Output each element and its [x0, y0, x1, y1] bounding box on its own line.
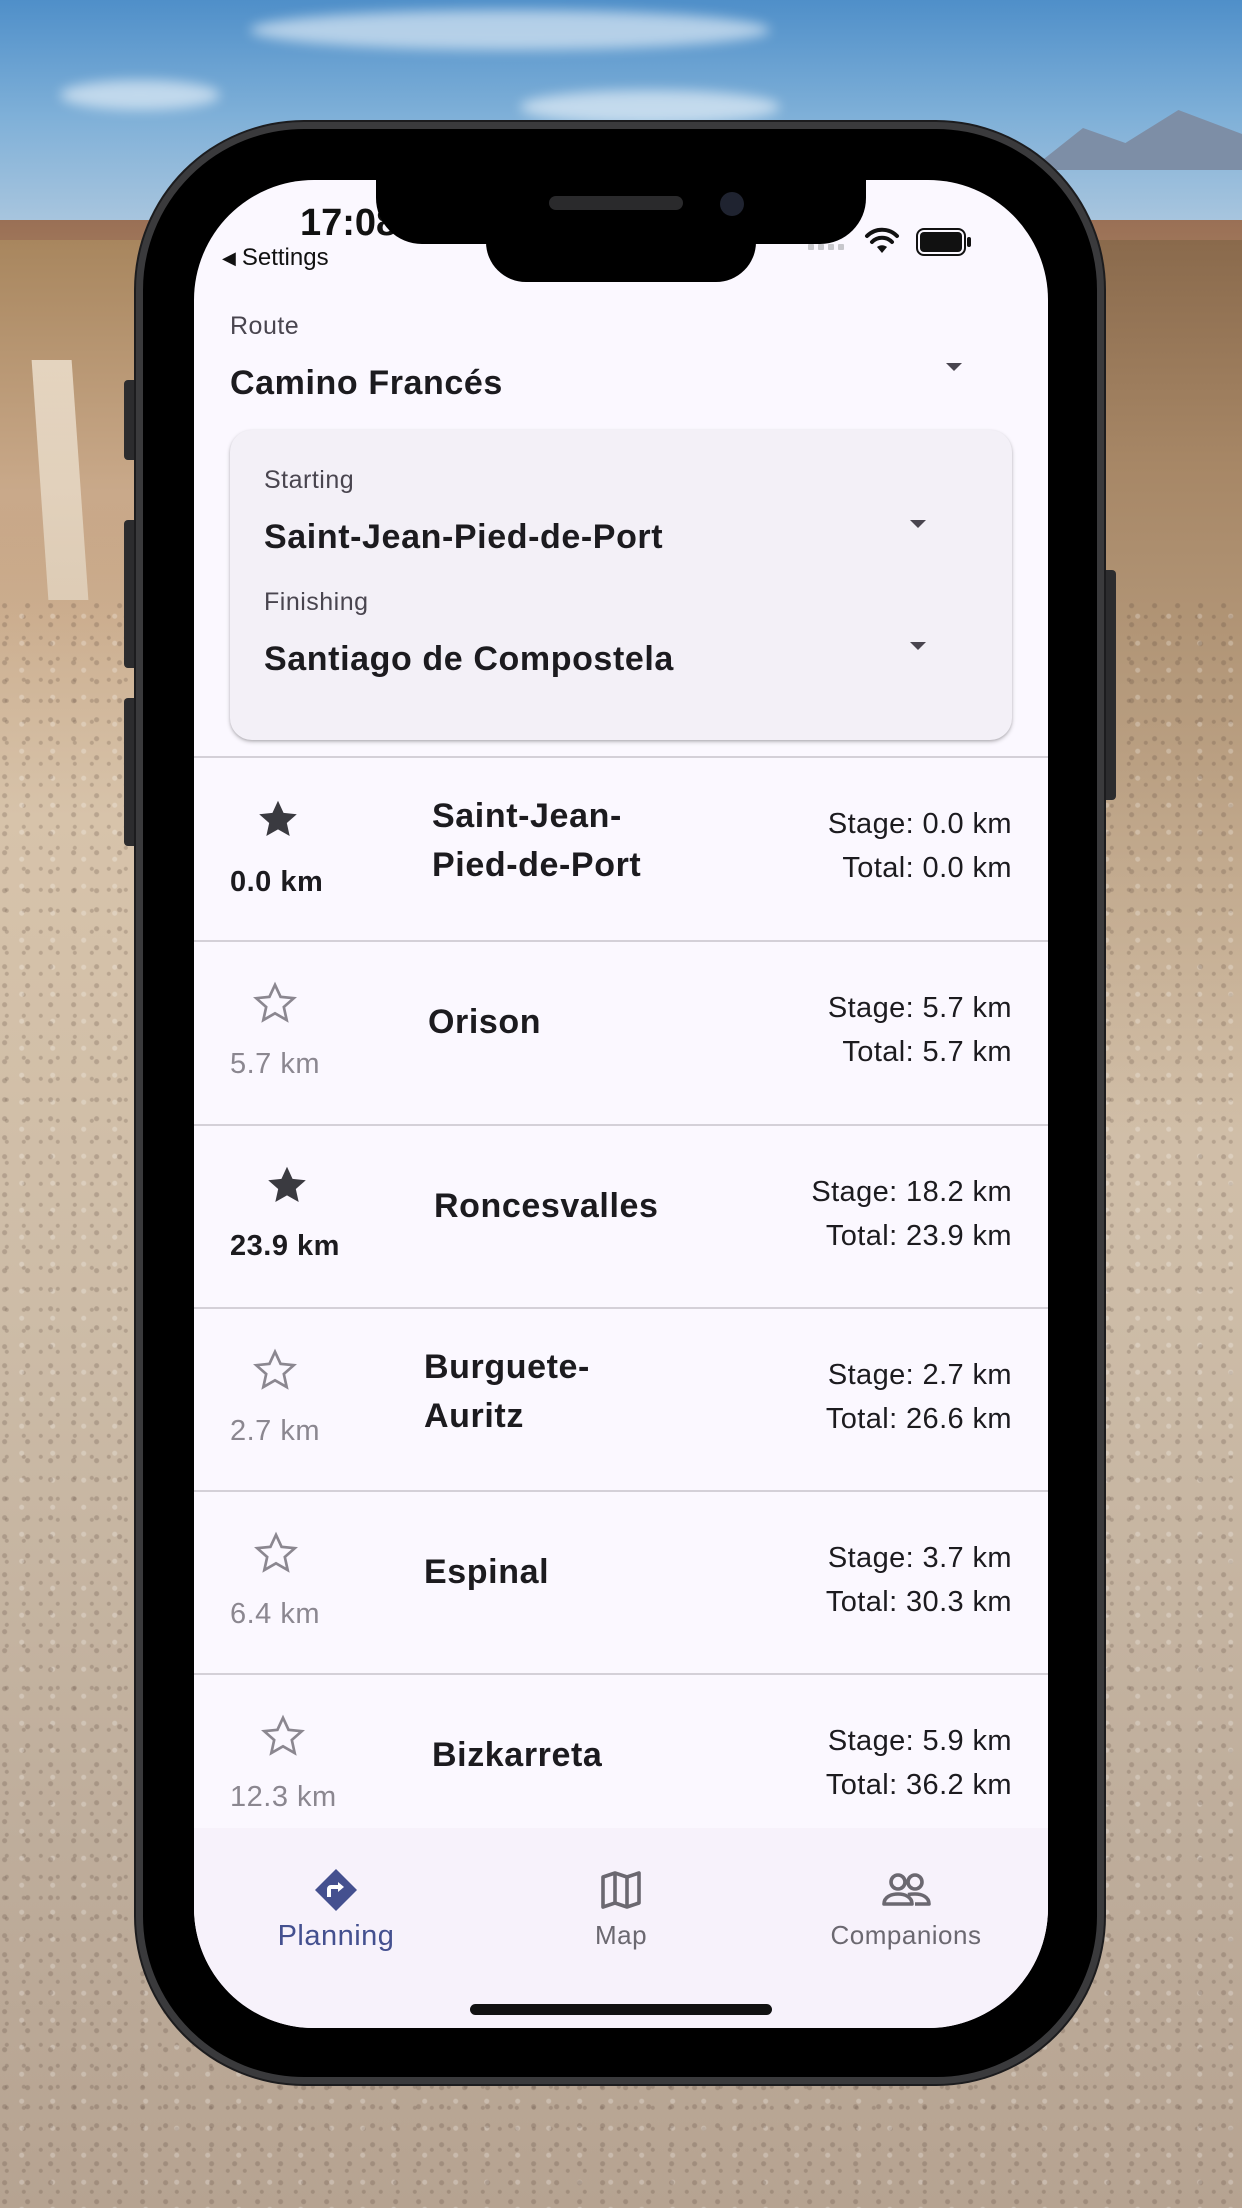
stop-stage-distance: Stage: 3.7 km [827, 1542, 1012, 1574]
route-dropdown-arrow-icon[interactable] [946, 363, 962, 371]
list-item[interactable]: 2.7 km Burguete- Auritz Stage: 2.7 km Tot… [194, 1309, 1048, 1491]
cellular-signal-icon [808, 244, 844, 250]
stop-total-distance: Total: 23.9 km [825, 1220, 1012, 1252]
starting-value: Saint-Jean-Pied-de-Port [264, 518, 664, 556]
stop-total-distance: Total: 30.3 km [825, 1586, 1012, 1618]
route-value: Camino Francés [230, 364, 503, 402]
stop-stage-distance: Stage: 18.2 km [811, 1176, 1012, 1208]
earpiece-speaker [549, 196, 683, 210]
stop-total-distance: Total: 0.0 km [842, 852, 1012, 884]
stop-stage-distance: Stage: 0.0 km [827, 808, 1012, 840]
stop-distance: 5.7 km [230, 1048, 321, 1080]
home-indicator[interactable] [470, 2004, 772, 2015]
star-outline-icon[interactable] [252, 980, 298, 1026]
back-link-label: Settings [241, 244, 329, 271]
nav-label-planning: Planning [277, 1920, 395, 1952]
start-finish-card: Starting Saint-Jean-Pied-de-Port Finishi… [230, 430, 1012, 740]
app-screen: 17:08 ◀ Settings Route Camino Francés St… [194, 180, 1048, 2028]
wifi-icon [865, 227, 899, 253]
back-triangle-icon: ◀ [222, 247, 236, 268]
nav-tab-planning[interactable]: Planning [194, 1828, 478, 1958]
stop-distance: 0.0 km [230, 866, 324, 898]
star-filled-icon[interactable] [255, 796, 301, 842]
nav-label-companions: Companions [830, 1920, 982, 1950]
stop-distance: 23.9 km [230, 1230, 340, 1262]
nav-tab-map[interactable]: Map [479, 1828, 763, 1958]
star-outline-icon[interactable] [253, 1530, 299, 1576]
nav-tab-companions[interactable]: Companions [764, 1828, 1048, 1958]
stop-name: Saint-Jean- Pied-de-Port [432, 797, 642, 884]
stop-total-distance: Total: 36.2 km [825, 1769, 1012, 1801]
stop-stage-distance: Stage: 2.7 km [827, 1359, 1012, 1391]
group-people-icon [882, 1873, 931, 1906]
battery-icon [916, 228, 971, 256]
starting-dropdown-arrow-icon[interactable] [910, 520, 926, 528]
stop-name: Orison [428, 1003, 542, 1041]
directions-icon [315, 1869, 357, 1911]
power-button [1102, 570, 1116, 800]
list-item[interactable]: 6.4 km Espinal Stage: 3.7 km Total: 30.3… [194, 1492, 1048, 1674]
stop-name: Bizkarreta [432, 1736, 603, 1774]
finishing-dropdown-arrow-icon[interactable] [910, 642, 926, 650]
bottom-navigation-bar: Planning Map Companions [194, 1828, 1048, 2028]
stop-name: Espinal [424, 1553, 550, 1591]
stop-total-distance: Total: 5.7 km [842, 1036, 1012, 1068]
stop-distance: 12.3 km [230, 1781, 337, 1813]
stop-name: Burguete- Auritz [424, 1348, 590, 1435]
map-icon [601, 1871, 641, 1909]
starting-label: Starting [264, 466, 355, 494]
finishing-value: Santiago de Compostela [264, 640, 674, 678]
nav-label-map: Map [594, 1920, 648, 1950]
stop-stage-distance: Stage: 5.9 km [827, 1725, 1012, 1757]
stop-total-distance: Total: 26.6 km [825, 1403, 1012, 1435]
back-to-settings-link[interactable]: ◀ Settings [222, 244, 329, 272]
stop-distance: 6.4 km [230, 1598, 321, 1630]
star-outline-icon[interactable] [252, 1347, 298, 1393]
star-outline-icon[interactable] [260, 1713, 306, 1759]
front-camera [720, 192, 744, 216]
stop-distance: 2.7 km [230, 1415, 321, 1447]
list-item[interactable]: 23.9 km Roncesvalles Stage: 18.2 km Tota… [194, 1126, 1048, 1308]
route-label: Route [230, 312, 300, 340]
list-item[interactable]: 5.7 km Orison Stage: 5.7 km Total: 5.7 k… [194, 942, 1048, 1124]
stop-stage-distance: Stage: 5.7 km [827, 992, 1012, 1024]
stop-name: Roncesvalles [434, 1187, 659, 1225]
finishing-label: Finishing [264, 588, 369, 616]
star-filled-icon[interactable] [264, 1162, 310, 1208]
list-item[interactable]: 0.0 km Saint-Jean- Pied-de-Port Stage: 0.… [194, 758, 1048, 940]
